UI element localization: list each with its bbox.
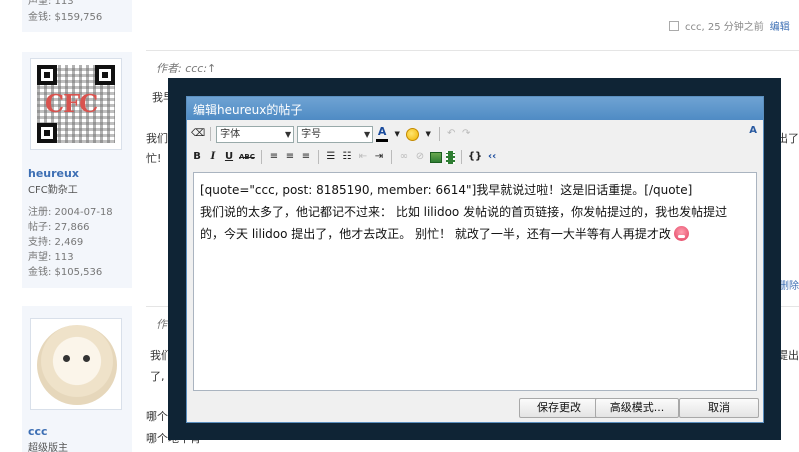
code-button[interactable]: {} (468, 149, 482, 165)
editor-body-text: 我们说的太多了，他记都记不过来： 比如 lilidoo 发帖说的首页链接，你发帖… (200, 205, 728, 241)
link-icon[interactable]: ∞ (398, 149, 410, 165)
indent-icon[interactable]: ⇥ (373, 149, 385, 165)
user2-title: CFC勤杂工 (28, 185, 78, 196)
toolbar-separator (260, 150, 262, 164)
dialog-title: 编辑heureux的帖子 (187, 97, 763, 120)
editor-quote-line: [quote="ccc, post: 8185190, member: 6614… (200, 183, 693, 197)
delete-link[interactable]: 删除 (779, 277, 799, 292)
dog-image (37, 325, 117, 405)
post3-line2: 了, (150, 370, 165, 383)
user2-support: 支持: 2,469 (28, 237, 84, 248)
bold-button[interactable]: B (191, 149, 203, 165)
editor-body-wrap: 我们说的太多了，他记都记不过来： 比如 lilidoo 发帖说的首页链接，你发帖… (200, 201, 750, 245)
quote-author: 作者: ccc:↑ (156, 62, 217, 75)
chevron-down-icon[interactable]: ▼ (391, 126, 403, 142)
user1-money: 金钱: $159,756 (28, 12, 103, 23)
cancel-button[interactable]: 取消 (679, 398, 759, 418)
user2-posts: 帖子: 27,866 (28, 222, 90, 233)
user2-name[interactable]: heureux (28, 167, 79, 180)
size-select[interactable]: 字号 ▼ (297, 125, 374, 143)
chevron-down-icon: ▼ (284, 129, 292, 139)
toolbar-separator (210, 127, 212, 141)
chevron-down-icon: ▼ (363, 129, 371, 139)
media-icon[interactable] (445, 150, 455, 164)
align-center-icon[interactable]: ≡ (284, 149, 296, 165)
post-editor-textarea[interactable]: [quote="ccc, post: 8185190, member: 6614… (193, 172, 757, 391)
post-meta-text: ccc, 25 分钟之前 (685, 22, 764, 33)
eraser-icon[interactable]: ⌫ (191, 126, 205, 142)
size-select-label: 字号 (301, 128, 322, 140)
align-right-icon[interactable]: ≡ (300, 149, 312, 165)
redo-icon[interactable]: ↷ (460, 126, 472, 142)
toolbar-separator (439, 127, 441, 141)
dog-eye-left (63, 355, 70, 362)
post2-line2b: 忙! (146, 152, 162, 165)
qr-corner-bl (37, 123, 57, 143)
post-meta: ccc, 25 分钟之前 编辑 (669, 18, 790, 33)
toolbar-row-2: B I U ABC ≡ ≡ ≡ ☰ ☷ ⇤ ⇥ ∞ ⊘ {} ‹‹ (191, 148, 498, 166)
smiley-icon[interactable] (406, 127, 420, 141)
align-left-icon[interactable]: ≡ (268, 149, 280, 165)
save-changes-button[interactable]: 保存更改 (519, 398, 599, 418)
chevron-down-icon[interactable]: ▼ (422, 126, 434, 142)
avatar-qr[interactable]: CFC (30, 58, 122, 150)
remove-format-button[interactable]: A (749, 125, 757, 136)
dog-eye-right (83, 355, 90, 362)
post3-author: 作 (156, 318, 167, 331)
user2-rep: 声望: 113 (28, 252, 74, 263)
underline-button[interactable]: U (223, 149, 235, 165)
user3-name[interactable]: ccc (28, 425, 48, 438)
select-checkbox[interactable] (669, 21, 679, 31)
toolbar-separator (460, 150, 462, 164)
user2-registered: 注册: 2004-07-18 (28, 207, 113, 218)
unlink-icon[interactable]: ⊘ (414, 149, 426, 165)
qr-corner-tl (37, 65, 57, 85)
qr-corner-tr (95, 65, 115, 85)
strikethrough-button[interactable]: ABC (239, 149, 255, 165)
toolbar-row-1: ⌫ 字体 ▼ 字号 ▼ A ▼ ▼ ↶ ↷ (191, 125, 472, 143)
post2-line2a: 我们 (146, 132, 168, 145)
user1-rep: 声望: 113 (28, 0, 74, 7)
post-divider-1 (146, 50, 799, 51)
undo-icon[interactable]: ↶ (445, 126, 457, 142)
edit-post-dialog: 编辑heureux的帖子 ⌫ 字体 ▼ 字号 ▼ A ▼ ▼ ↶ ↷ A B I U… (186, 96, 764, 423)
italic-button[interactable]: I (207, 149, 219, 165)
post4-line1: 哪个 (146, 410, 168, 423)
advanced-mode-button[interactable]: 高级模式... (595, 398, 679, 418)
bullet-list-icon[interactable]: ☰ (325, 149, 337, 165)
tongue-emoji-icon (673, 226, 689, 241)
dialog-footer: 保存更改 高级模式... 取消 (187, 394, 763, 422)
user3-title: 超级版主 (28, 443, 68, 452)
toolbar-separator (390, 150, 392, 164)
user2-money: 金钱: $105,536 (28, 267, 103, 278)
numbered-list-icon[interactable]: ☷ (341, 149, 353, 165)
quote-button[interactable]: ‹‹ (486, 149, 498, 165)
editor-toolbar: ⌫ 字体 ▼ 字号 ▼ A ▼ ▼ ↶ ↷ A B I U ABC ≡ ≡ ≡ ☰ … (187, 122, 763, 170)
cfc-logo: CFC (45, 89, 98, 118)
image-icon[interactable] (429, 151, 442, 163)
outdent-icon[interactable]: ⇤ (357, 149, 369, 165)
text-color-button[interactable]: A (376, 126, 389, 142)
font-select-label: 字体 (220, 128, 241, 140)
toolbar-separator (317, 150, 319, 164)
font-select[interactable]: 字体 ▼ (216, 125, 295, 143)
avatar-dog[interactable] (30, 318, 122, 410)
edit-link[interactable]: 编辑 (770, 22, 790, 33)
